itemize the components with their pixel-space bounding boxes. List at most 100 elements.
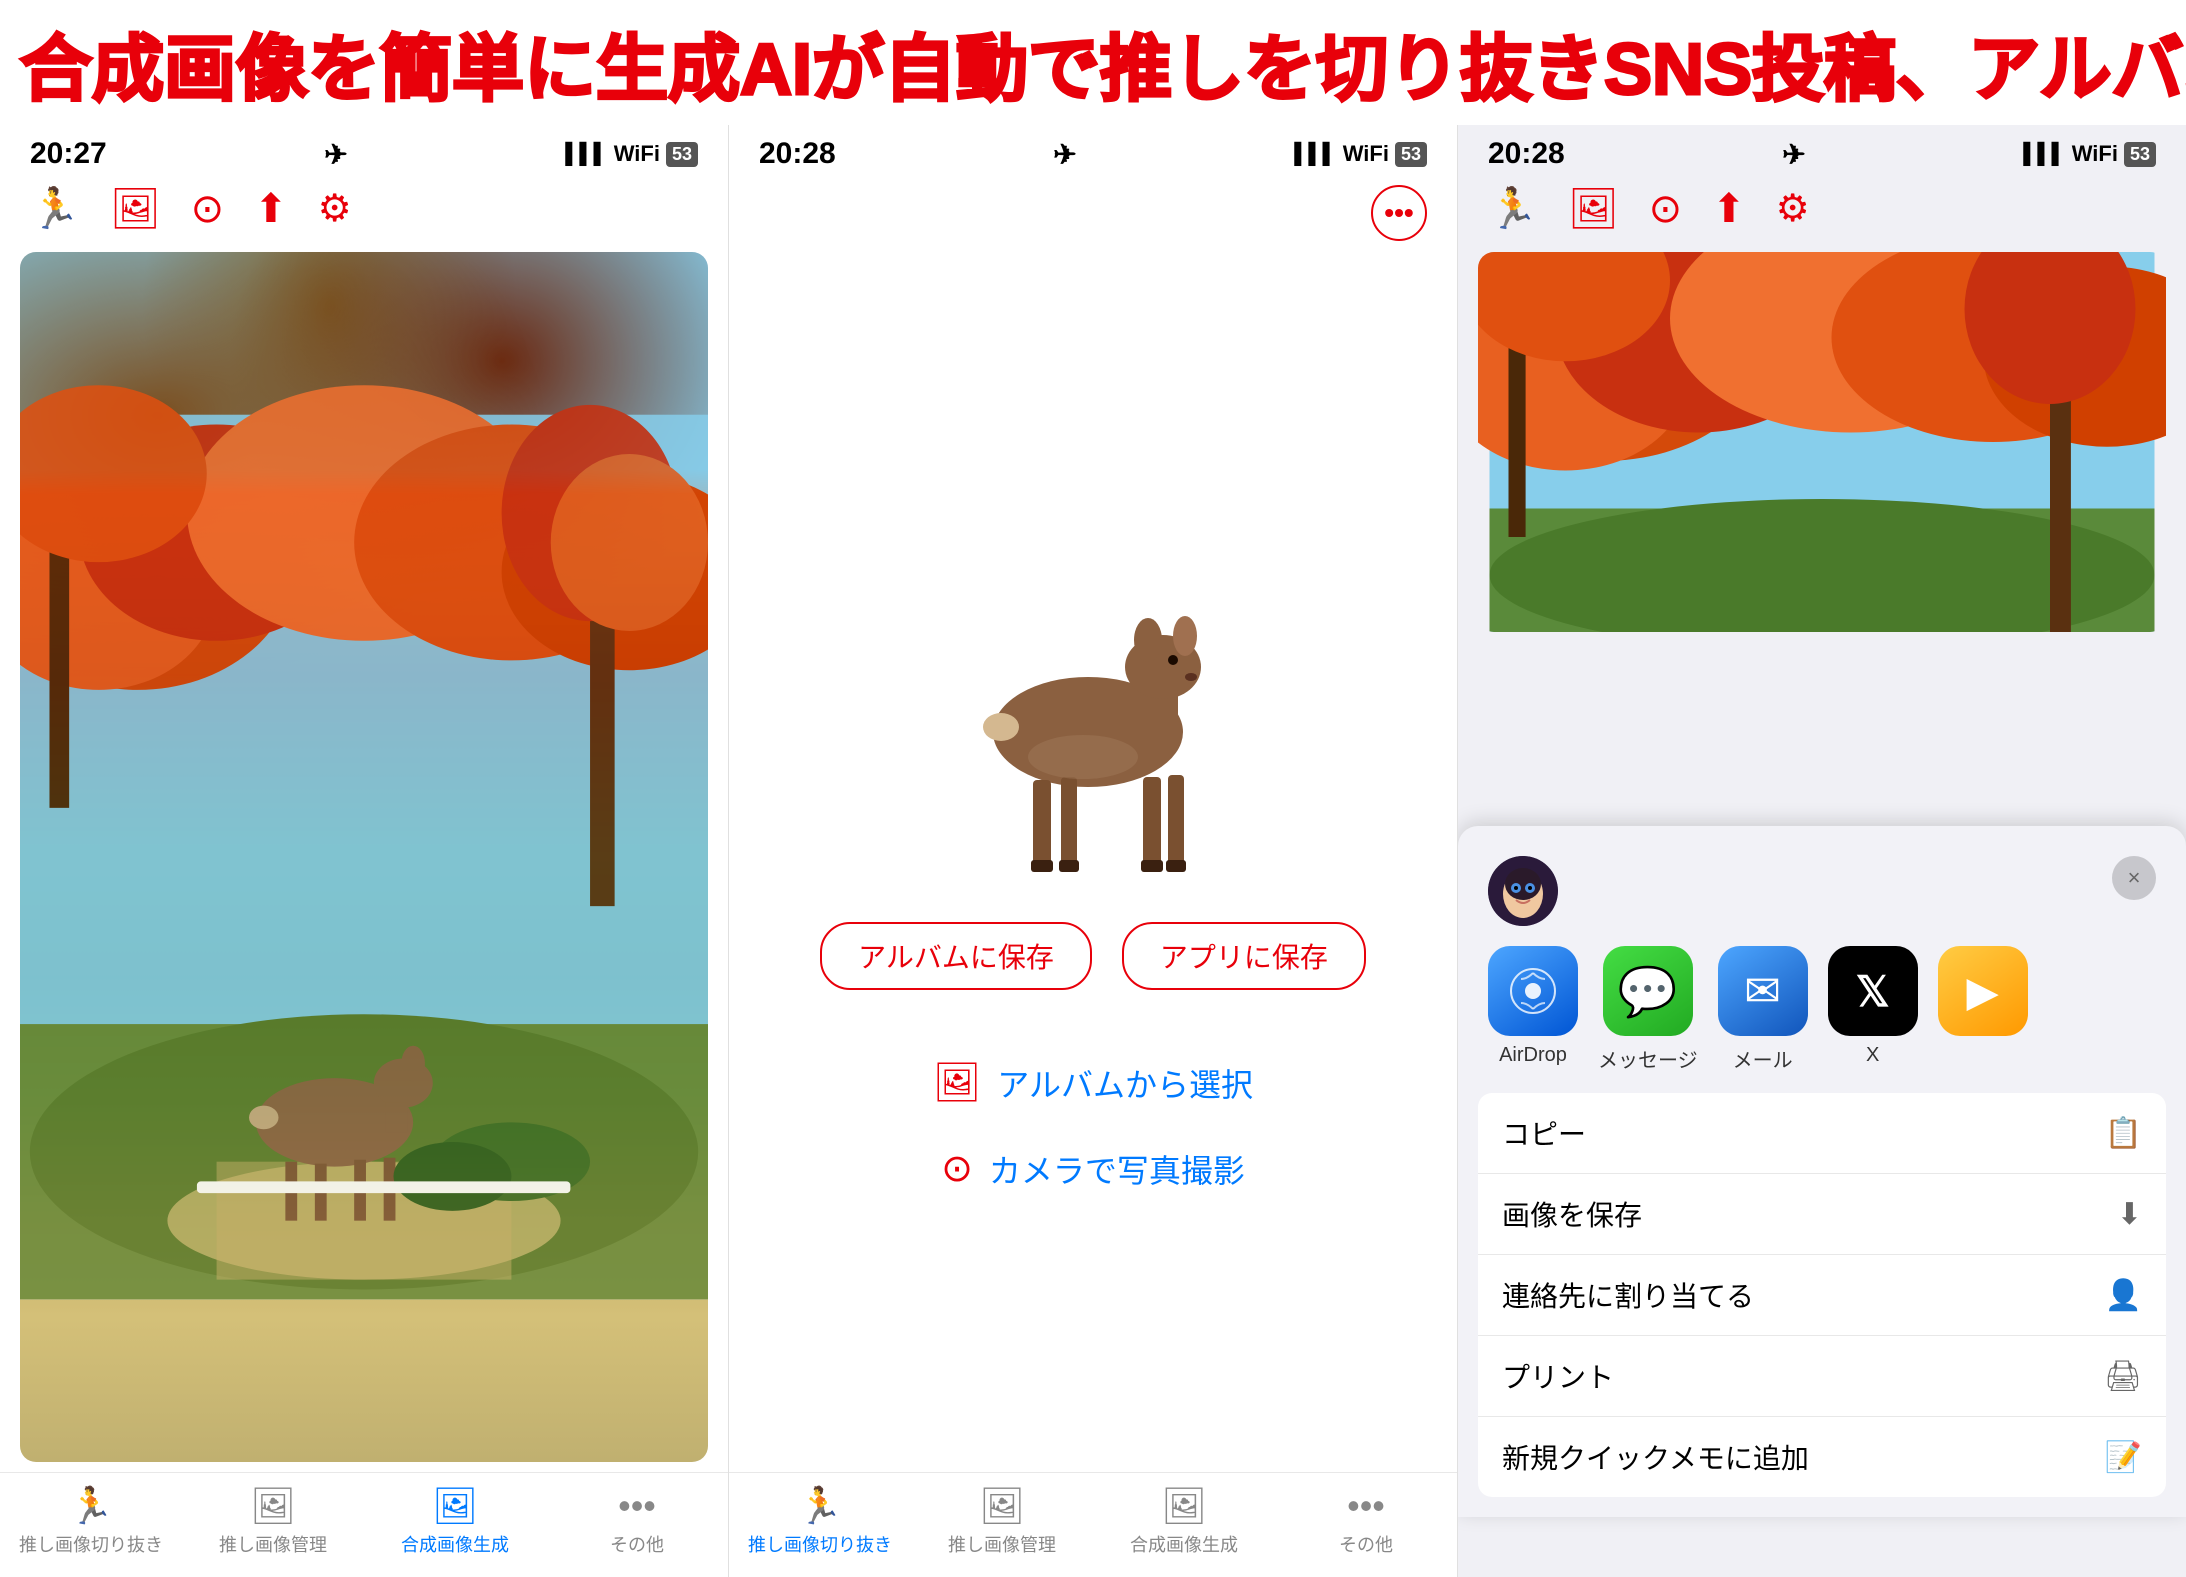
messages-label: メッセージ xyxy=(1598,1044,1698,1073)
panel3-status-bar: 20:28 ✈ ▌▌▌ WiFi 53 xyxy=(1458,125,2186,175)
share-action-print[interactable]: プリント 🖨 xyxy=(1478,1336,2166,1417)
panel1-gear-icon[interactable]: ⚙ xyxy=(318,186,352,231)
panel1-nav-run[interactable]: 🏃 推し画像切り抜き xyxy=(0,1485,182,1557)
copy-icon: 📋 xyxy=(2105,1116,2142,1151)
panel2-action-buttons: アルバムに保存 アプリに保存 xyxy=(820,922,1366,990)
panel1-nav-run-icon: 🏃 xyxy=(69,1485,114,1527)
panel3-status-icons: ▌▌▌ WiFi 53 xyxy=(2023,141,2156,167)
panel2-menu-camera[interactable]: ⊙ カメラで写真撮影 xyxy=(941,1146,1245,1192)
panel3-battery: 53 xyxy=(2124,142,2156,167)
share-avatar xyxy=(1488,856,1558,926)
panel1-nav-manage-label: 推し画像管理 xyxy=(219,1531,327,1557)
share-app-airdrop[interactable]: AirDrop xyxy=(1488,946,1578,1073)
panel3-wifi: WiFi xyxy=(2072,141,2118,167)
panel2-location-icon: ✈ xyxy=(1053,138,1076,171)
panel2-nav-manage-label: 推し画像管理 xyxy=(948,1531,1056,1557)
panel2-more-icon[interactable]: ••• xyxy=(1371,185,1427,241)
autumn-scene-svg xyxy=(20,252,708,1462)
panel3-share-sheet: × xyxy=(1458,826,2186,1517)
panel2-nav-manage[interactable]: 🖼 推し画像管理 xyxy=(911,1485,1093,1557)
panel1-nav-other[interactable]: ••• その他 xyxy=(546,1485,728,1557)
panel2-nav-manage-icon: 🖼 xyxy=(979,1485,1025,1527)
panel1-status-bar: 20:27 ✈ ▌▌▌ WiFi 53 xyxy=(0,125,728,175)
panel1-camera-icon[interactable]: ⊙ xyxy=(191,186,225,232)
panel2-status-icons: ▌▌▌ WiFi 53 xyxy=(1294,141,1427,167)
panel1-nav-other-label: その他 xyxy=(610,1531,664,1557)
panel3-autumn-svg xyxy=(1478,252,2166,632)
panel2-time: 20:28 xyxy=(759,137,836,171)
panel1-wifi: WiFi xyxy=(614,141,660,167)
share-action-save-image[interactable]: 画像を保存 ⬇ xyxy=(1478,1174,2166,1255)
panel1-run-icon[interactable]: 🏃 xyxy=(30,185,80,232)
panel2-camera-icon: ⊙ xyxy=(941,1146,973,1191)
phones-container: 20:27 ✈ ▌▌▌ WiFi 53 🏃 🖼 ⊙ ⬆ ⚙ xyxy=(0,125,2186,1577)
x-label: X xyxy=(1866,1044,1879,1067)
close-icon: × xyxy=(2128,865,2141,891)
panel2-signal: ▌▌▌ xyxy=(1294,143,1337,166)
panel1-location-icon: ✈ xyxy=(324,138,347,171)
panel1-time: 20:27 xyxy=(30,137,107,171)
panel2: 20:28 ✈ ▌▌▌ WiFi 53 ••• xyxy=(729,125,1458,1577)
panel3-share-icon[interactable]: ⬆ xyxy=(1712,186,1746,232)
memo-icon: 📝 xyxy=(2105,1440,2142,1475)
panel2-nav-other[interactable]: ••• その他 xyxy=(1275,1485,1457,1557)
panel3-gear-icon[interactable]: ⚙ xyxy=(1776,186,1810,231)
panel2-bottom-nav: 🏃 推し画像切り抜き 🖼 推し画像管理 🖼 合成画像生成 ••• その他 xyxy=(729,1472,1457,1577)
panel1-toolbar: 🏃 🖼 ⊙ ⬆ ⚙ xyxy=(0,175,728,242)
copy-label: コピー xyxy=(1502,1113,1586,1153)
panel2-save-album-btn[interactable]: アルバムに保存 xyxy=(820,922,1092,990)
panel3-signal: ▌▌▌ xyxy=(2023,143,2066,166)
panel1-signal: ▌▌▌ xyxy=(565,143,608,166)
panel2-cutout-area: アルバムに保存 アプリに保存 🖼 アルバムから選択 ⊙ カメラで写真撮影 xyxy=(729,251,1457,1472)
messages-icon: 💬 xyxy=(1603,946,1693,1036)
airdrop-svg xyxy=(1507,965,1559,1017)
panel1-share-icon[interactable]: ⬆ xyxy=(254,186,288,232)
mail-label: メール xyxy=(1733,1044,1793,1073)
panel2-nav-compose-icon: 🖼 xyxy=(1161,1485,1207,1527)
share-app-x[interactable]: 𝕏 X xyxy=(1828,946,1918,1073)
panel2-more-dots: ••• xyxy=(1384,197,1413,229)
share-action-copy[interactable]: コピー 📋 xyxy=(1478,1093,2166,1174)
assign-contact-icon: 👤 xyxy=(2105,1278,2142,1313)
print-label: プリント xyxy=(1502,1356,1614,1396)
assign-contact-label: 連絡先に割り当てる xyxy=(1502,1275,1754,1315)
panel1-nav-compose-icon: 🖼 xyxy=(432,1485,478,1527)
panel2-nav-run[interactable]: 🏃 推し画像切り抜き xyxy=(729,1485,911,1557)
share-action-list: コピー 📋 画像を保存 ⬇ 連絡先に割り当てる 👤 プリント 🖨 xyxy=(1478,1093,2166,1497)
panel2-nav-other-label: その他 xyxy=(1339,1531,1393,1557)
panel1-status-icons: ▌▌▌ WiFi 53 xyxy=(565,141,698,167)
panel2-album-label: アルバムから選択 xyxy=(997,1060,1253,1106)
panel3: 20:28 ✈ ▌▌▌ WiFi 53 🏃 🖼 ⊙ ⬆ ⚙ xyxy=(1458,125,2186,1577)
banner-text1: 合成画像を簡単に生成 xyxy=(20,10,740,115)
panel1-nav-manage[interactable]: 🖼 推し画像管理 xyxy=(182,1485,364,1557)
airdrop-label: AirDrop xyxy=(1499,1044,1567,1067)
panel3-location-icon: ✈ xyxy=(1782,138,1805,171)
panel2-nav-run-label: 推し画像切り抜き xyxy=(748,1531,892,1557)
panel3-camera-icon[interactable]: ⊙ xyxy=(1649,186,1683,232)
share-app-messages[interactable]: 💬 メッセージ xyxy=(1598,946,1698,1073)
banner-text3: SNS投稿、アルバム保存 xyxy=(1604,10,2186,115)
share-action-assign-contact[interactable]: 連絡先に割り当てる 👤 xyxy=(1478,1255,2166,1336)
banner: 合成画像を簡単に生成 AIが自動で推しを切り抜き SNS投稿、アルバム保存 xyxy=(0,0,2186,125)
panel1-nav-manage-icon: 🖼 xyxy=(250,1485,296,1527)
panel2-menu-album[interactable]: 🖼 アルバムから選択 xyxy=(933,1060,1253,1106)
panel2-nav-compose[interactable]: 🖼 合成画像生成 xyxy=(1093,1485,1275,1557)
share-app-more[interactable]: ▶ xyxy=(1938,946,2028,1073)
panel2-camera-label: カメラで写真撮影 xyxy=(989,1146,1245,1192)
share-action-memo[interactable]: 新規クイックメモに追加 📝 xyxy=(1478,1417,2166,1497)
panel2-battery: 53 xyxy=(1395,142,1427,167)
panel3-content: × xyxy=(1458,242,2186,1577)
panel1-photo-icon[interactable]: 🖼 xyxy=(110,185,161,232)
panel1-autumn-bg xyxy=(20,252,708,1462)
panel2-nav-run-icon: 🏃 xyxy=(798,1485,843,1527)
share-app-mail[interactable]: ✉ メール xyxy=(1718,946,1808,1073)
panel2-save-app-btn[interactable]: アプリに保存 xyxy=(1122,922,1366,990)
print-icon: 🖨 xyxy=(2104,1359,2142,1394)
panel3-photo-icon[interactable]: 🖼 xyxy=(1568,185,1619,232)
panel1: 20:27 ✈ ▌▌▌ WiFi 53 🏃 🖼 ⊙ ⬆ ⚙ xyxy=(0,125,729,1577)
panel3-run-icon[interactable]: 🏃 xyxy=(1488,185,1538,232)
share-close-btn[interactable]: × xyxy=(2112,856,2156,900)
panel1-nav-run-label: 推し画像切り抜き xyxy=(19,1531,163,1557)
panel2-nav-compose-label: 合成画像生成 xyxy=(1130,1531,1238,1557)
panel1-nav-compose[interactable]: 🖼 合成画像生成 xyxy=(364,1485,546,1557)
